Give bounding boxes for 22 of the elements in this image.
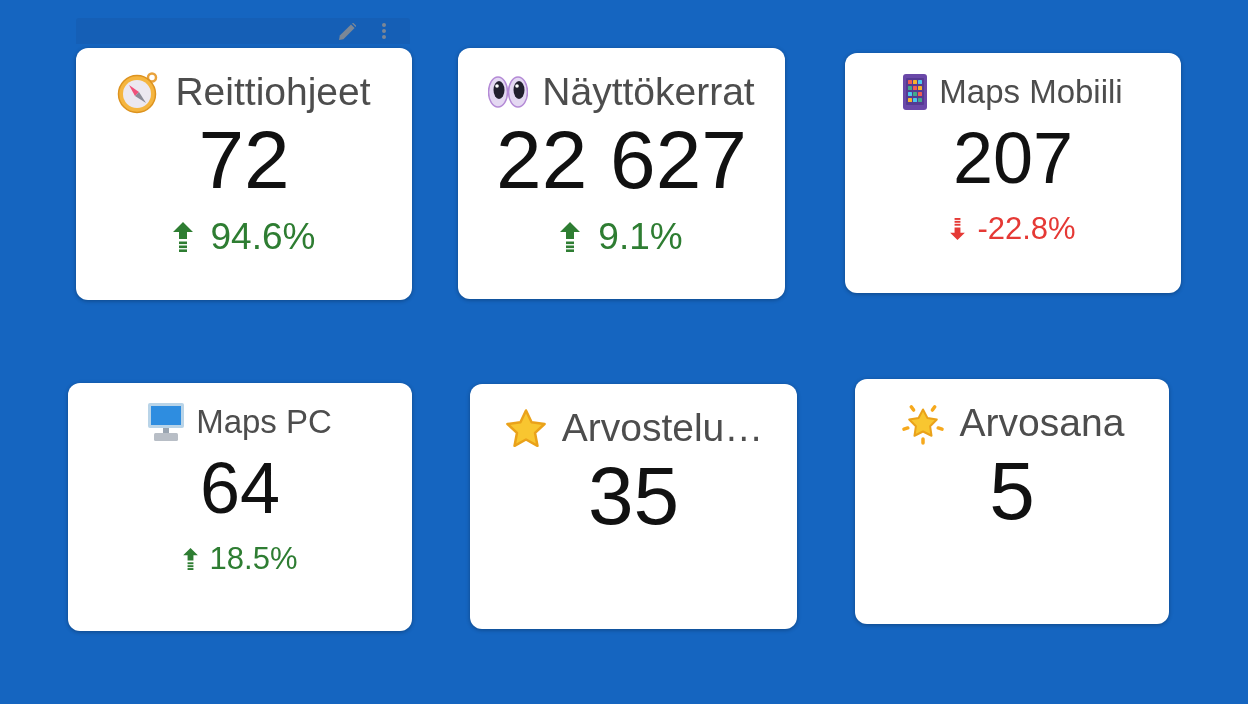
pencil-icon[interactable] <box>339 22 356 40</box>
card-title: Reittiohjeet <box>175 69 371 115</box>
card-value: 207 <box>952 122 1074 194</box>
more-options-icon[interactable] <box>382 23 386 39</box>
card-value: 22 627 <box>496 118 747 202</box>
phone-icon <box>903 74 928 110</box>
desktop-computer-icon <box>148 403 185 441</box>
card-title: Arvostelu… <box>561 405 764 451</box>
trend-percentage: 9.1% <box>598 215 683 259</box>
trend-percentage: 94.6% <box>210 215 316 259</box>
card-title: Maps Mobiili <box>939 72 1123 112</box>
card-value: 35 <box>587 454 680 538</box>
card-title: Näyttökerrat <box>542 69 755 115</box>
card-title: Arvosana <box>959 400 1125 446</box>
card-value: 64 <box>199 452 281 524</box>
card-title: Maps PC <box>196 402 332 442</box>
trend-percentage: 18.5% <box>209 540 298 578</box>
trend-percentage: -22.8% <box>977 210 1076 248</box>
eyes-icon <box>488 76 529 108</box>
card-value: 5 <box>989 449 1035 533</box>
card-value: 72 <box>198 118 290 202</box>
star-icon <box>503 406 548 450</box>
